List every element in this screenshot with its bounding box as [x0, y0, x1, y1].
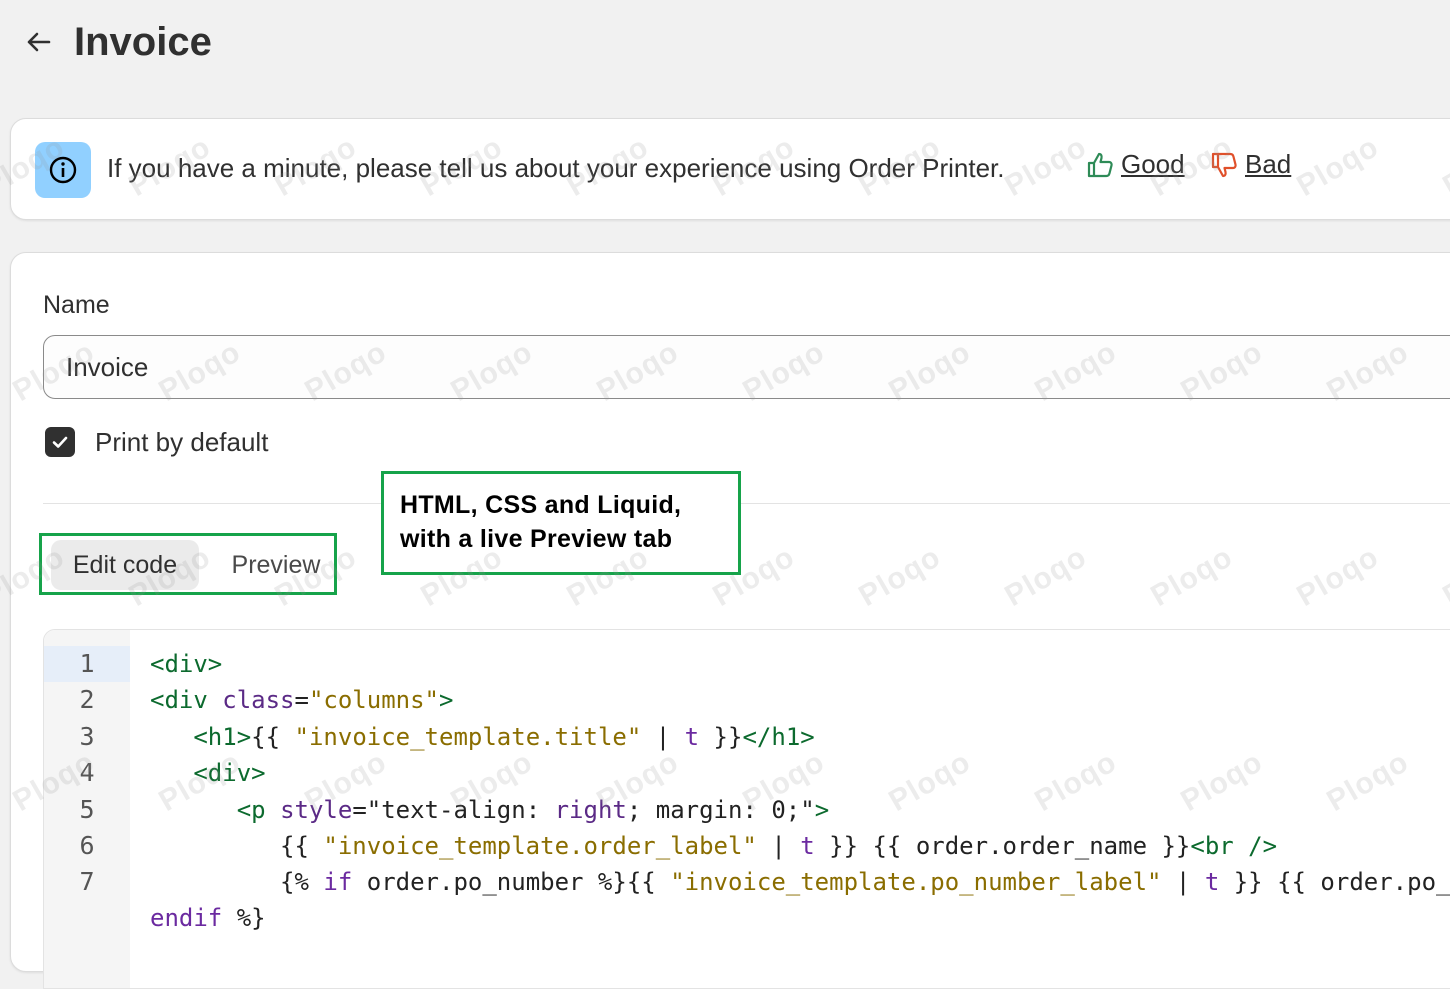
- code-line: <h1>{{ "invoice_template.title" | t }}</…: [193, 723, 815, 751]
- code-line: <div>: [150, 650, 223, 678]
- thumbs-up-icon: [1087, 152, 1113, 177]
- tabs-highlight-box: [39, 533, 337, 595]
- line-number: 3: [79, 722, 95, 751]
- name-input[interactable]: [43, 335, 1450, 399]
- line-number: 1: [44, 646, 130, 682]
- banner-message: If you have a minute, please tell us abo…: [107, 153, 1005, 183]
- bad-label: Bad: [1245, 149, 1292, 179]
- annotation-callout: HTML, CSS and Liquid, with a live Previe…: [381, 471, 741, 575]
- callout-line-1: HTML, CSS and Liquid,: [400, 491, 682, 519]
- print-default-checkbox[interactable]: [45, 427, 75, 457]
- line-number: 6: [79, 831, 95, 860]
- code-editor[interactable]: 1 2 3 4 5 6 7 <div> <div class="columns">…: [43, 629, 1450, 989]
- line-number: 2: [79, 685, 95, 714]
- code-line: {% if order.po_number %}{{ "invoice_temp…: [150, 868, 1450, 896]
- callout-line-2: with a live Preview tab: [400, 525, 673, 553]
- print-default-label: Print by default: [95, 427, 269, 457]
- feedback-banner: If you have a minute, please tell us abo…: [10, 118, 1450, 220]
- line-number-gutter: 1 2 3 4 5 6 7: [44, 630, 130, 988]
- name-label: Name: [43, 291, 110, 319]
- line-number: 7: [79, 867, 95, 896]
- code-line: <p style="text-align: right; margin: 0;"…: [236, 796, 830, 824]
- page-title: Invoice: [74, 20, 212, 64]
- template-card: Name Print by default Edit code Preview …: [10, 252, 1450, 989]
- line-number: 5: [79, 795, 95, 824]
- feedback-bad-link[interactable]: Bad: [1209, 149, 1291, 180]
- info-icon: [35, 142, 91, 198]
- feedback-good-link[interactable]: Good: [1085, 149, 1185, 180]
- thumbs-down-icon: [1211, 152, 1237, 177]
- page-header: Invoice: [0, 0, 1450, 90]
- arrow-left-icon: [27, 32, 51, 52]
- good-label: Good: [1121, 149, 1185, 179]
- line-number: 4: [79, 758, 95, 787]
- code-line: endif %}: [150, 904, 266, 932]
- code-line: <div class="columns">: [150, 686, 454, 714]
- divider: [43, 503, 1450, 504]
- back-button[interactable]: [20, 24, 56, 60]
- checkmark-icon: [52, 436, 68, 448]
- code-line: <div>: [193, 759, 266, 787]
- code-line: {{ "invoice_template.order_label" | t }}…: [150, 832, 1278, 860]
